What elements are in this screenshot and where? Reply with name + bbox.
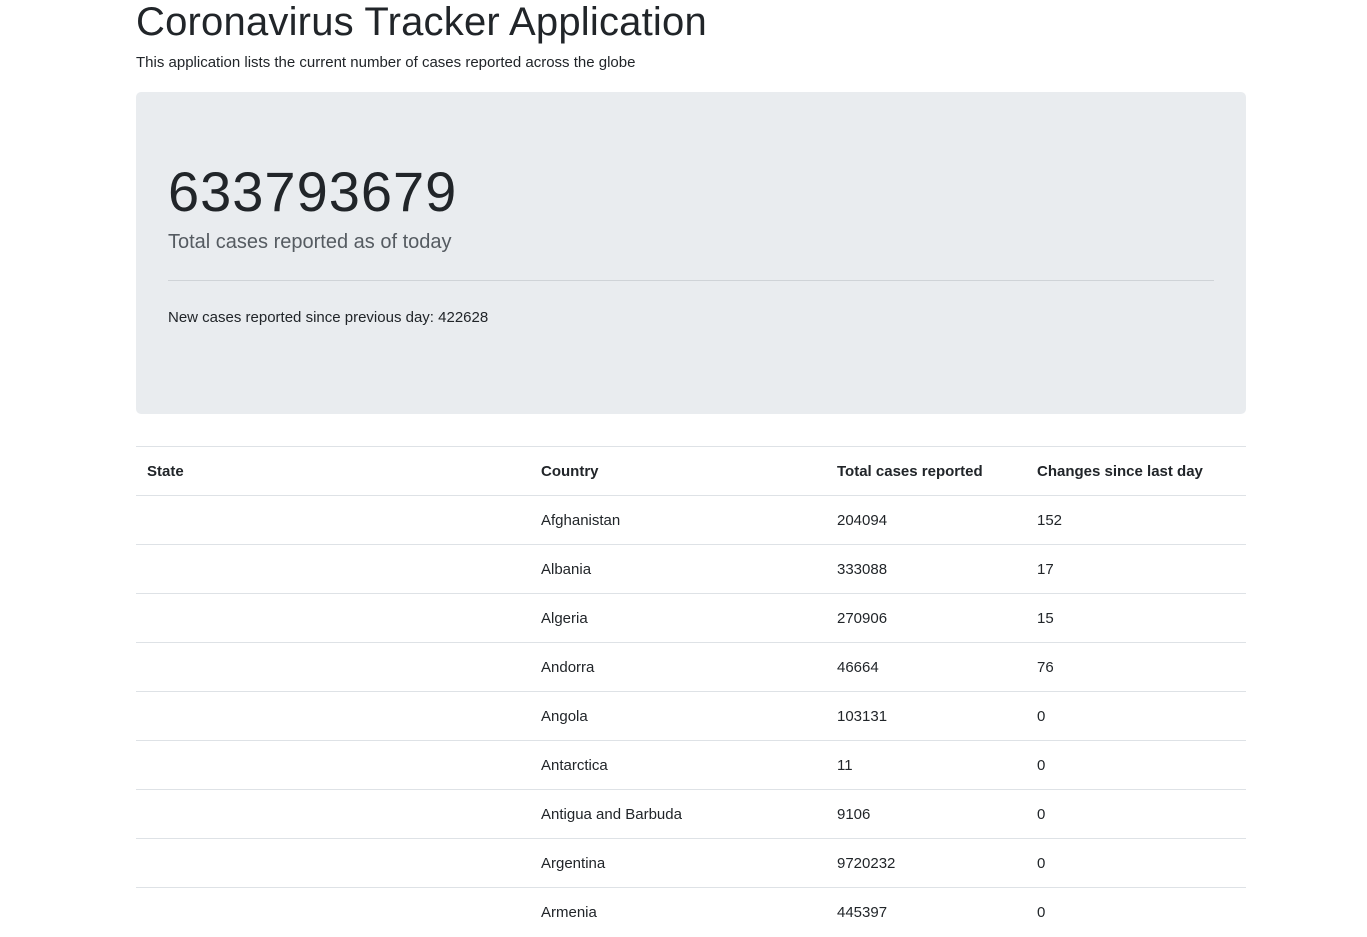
- cell-total: 11: [826, 740, 1026, 790]
- cell-country: Argentina: [530, 838, 826, 888]
- cell-state: [136, 642, 530, 692]
- cell-state: [136, 740, 530, 790]
- table-row: Antigua and Barbuda 9106 0: [136, 789, 1246, 839]
- table-row: Antarctica 11 0: [136, 740, 1246, 790]
- cell-state: [136, 887, 530, 937]
- new-cases-text: New cases reported since previous day: 4…: [168, 309, 489, 326]
- table-row: Afghanistan 204094 152: [136, 495, 1246, 545]
- summary-jumbotron: 633793679 Total cases reported as of tod…: [136, 92, 1246, 414]
- cell-change: 152: [1026, 495, 1246, 545]
- page-subtitle: This application lists the current numbe…: [136, 54, 636, 71]
- table-row: Albania 333088 17: [136, 544, 1246, 594]
- cell-country: Albania: [530, 544, 826, 594]
- table-row: Argentina 9720232 0: [136, 838, 1246, 888]
- cell-state: [136, 691, 530, 741]
- cell-country: Armenia: [530, 887, 826, 937]
- cell-state: [136, 838, 530, 888]
- cell-total: 445397: [826, 887, 1026, 937]
- cell-change: 76: [1026, 642, 1246, 692]
- cell-change: 0: [1026, 838, 1246, 888]
- cell-country: Afghanistan: [530, 495, 826, 545]
- cell-change: 15: [1026, 593, 1246, 643]
- cell-state: [136, 495, 530, 545]
- cell-total: 9720232: [826, 838, 1026, 888]
- table-header-row: State Country Total cases reported Chang…: [136, 446, 1246, 496]
- cell-country: Andorra: [530, 642, 826, 692]
- table-row: Andorra 46664 76: [136, 642, 1246, 692]
- page-title: Coronavirus Tracker Application: [136, 0, 707, 44]
- table-row: Algeria 270906 15: [136, 593, 1246, 643]
- cell-total: 103131: [826, 691, 1026, 741]
- column-header-state: State: [136, 446, 530, 496]
- column-header-change: Changes since last day: [1026, 446, 1246, 496]
- cell-change: 0: [1026, 887, 1246, 937]
- cell-total: 46664: [826, 642, 1026, 692]
- cell-country: Algeria: [530, 593, 826, 643]
- cell-country: Angola: [530, 691, 826, 741]
- table-row: Armenia 445397 0: [136, 887, 1246, 937]
- cell-change: 0: [1026, 691, 1246, 741]
- total-cases-label: Total cases reported as of today: [168, 231, 452, 253]
- cell-change: 0: [1026, 789, 1246, 839]
- cell-country: Antarctica: [530, 740, 826, 790]
- divider: [168, 280, 1214, 281]
- cell-total: 9106: [826, 789, 1026, 839]
- main-container: Coronavirus Tracker Application This app…: [136, 0, 1246, 937]
- cell-state: [136, 789, 530, 839]
- cases-table: State Country Total cases reported Chang…: [136, 446, 1246, 937]
- table-row: Angola 103131 0: [136, 691, 1246, 741]
- cell-total: 204094: [826, 495, 1026, 545]
- cell-country: Antigua and Barbuda: [530, 789, 826, 839]
- cell-change: 0: [1026, 740, 1246, 790]
- cell-total: 270906: [826, 593, 1026, 643]
- total-cases-number: 633793679: [168, 160, 458, 223]
- cell-state: [136, 544, 530, 594]
- cell-change: 17: [1026, 544, 1246, 594]
- cell-state: [136, 593, 530, 643]
- cell-total: 333088: [826, 544, 1026, 594]
- column-header-country: Country: [530, 446, 826, 496]
- column-header-total: Total cases reported: [826, 446, 1026, 496]
